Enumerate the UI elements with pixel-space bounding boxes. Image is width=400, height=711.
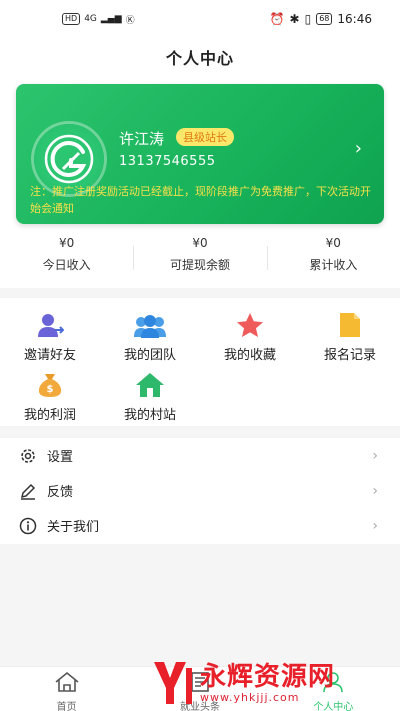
chevron-right-icon[interactable]: › [355, 138, 362, 159]
stat-label: 累计收入 [309, 258, 358, 272]
page-title: 个人中心 [165, 49, 234, 68]
grid-item-label: 我的村站 [123, 408, 176, 423]
money-bag-icon: $ [38, 374, 62, 397]
menu-item-label: 设置 [47, 450, 74, 465]
stat-today-income[interactable]: ¥0 今日收入 [0, 236, 133, 280]
team-icon [134, 315, 166, 338]
pen-icon [20, 483, 36, 500]
house-icon [136, 373, 164, 397]
grid-item-signup-records[interactable]: 报名记录 [300, 310, 400, 363]
watermark: 永辉资源网 www.yhkjjj.com [150, 655, 400, 711]
home-icon [55, 671, 79, 692]
alarm-icon: ⏰ [269, 12, 285, 26]
watermark-url: www.yhkjjj.com [200, 690, 300, 704]
grid-item-my-profit[interactable]: $ 我的利润 [0, 370, 100, 423]
clock: 16:46 [337, 12, 372, 26]
stat-amount: ¥0 [192, 236, 208, 250]
menu-item-feedback[interactable]: 反馈 › [0, 473, 400, 508]
user-name: 许江涛 [119, 130, 165, 148]
vibrate-icon: ▯ [304, 12, 312, 26]
stat-total-income[interactable]: ¥0 累计收入 [266, 236, 400, 280]
invite-user-icon [38, 314, 64, 337]
status-bar: HD 4G ▂▄▆ Ⓚ ⏰ ✱ ▯ 68 16:46 [0, 0, 400, 38]
grid-item-label: 我的团队 [123, 348, 176, 363]
gear-icon [21, 448, 35, 463]
watermark-text: 永辉资源网 [200, 661, 336, 692]
document-icon [340, 313, 360, 337]
bluetooth-icon: ✱ [289, 12, 300, 26]
battery-indicator: 68 [316, 13, 333, 25]
stat-amount: ¥0 [325, 236, 341, 250]
stat-withdrawable-balance[interactable]: ¥0 可提现余额 [133, 236, 266, 280]
svg-text:$: $ [47, 384, 54, 395]
grid-item-my-favorites[interactable]: 我的收藏 [200, 310, 300, 363]
nfc-icon: Ⓚ [125, 15, 135, 26]
feature-grid: 邀请好友 我的团队 我的收藏 报名记录 $ 我的利润 我的村站 [0, 298, 400, 426]
stat-amount: ¥0 [59, 236, 75, 250]
watermark-logo-icon [154, 662, 192, 704]
profile-card[interactable]: 许江涛 县级站长 13137546555 › 注：推广注册奖励活动已经截止，现阶… [16, 84, 384, 224]
grid-item-invite-friends[interactable]: 邀请好友 [0, 310, 100, 363]
phone-number: 13137546555 [119, 154, 216, 169]
info-icon [19, 517, 37, 534]
menu-item-settings[interactable]: 设置 › [0, 438, 400, 473]
chevron-right-icon: › [372, 482, 378, 499]
chevron-right-icon: › [372, 447, 378, 464]
network-indicator: 4G [84, 14, 97, 24]
settings-menu: 设置 › 反馈 › 关于我们 › [0, 438, 400, 544]
chevron-right-icon: › [372, 517, 378, 534]
hd-indicator: HD [62, 13, 81, 25]
grid-item-label: 我的收藏 [223, 348, 276, 363]
menu-item-about-us[interactable]: 关于我们 › [0, 508, 400, 543]
menu-item-label: 反馈 [47, 485, 74, 500]
earnings-stats: ¥0 今日收入 ¥0 可提现余额 ¥0 累计收入 [0, 236, 400, 280]
tab-label: 首页 [56, 702, 77, 711]
page-title-bar: 个人中心 [0, 38, 400, 76]
grid-item-label: 我的利润 [23, 408, 76, 423]
grid-item-my-team[interactable]: 我的团队 [100, 310, 200, 363]
stat-label: 今日收入 [42, 258, 91, 272]
tab-home[interactable]: 首页 [0, 667, 133, 711]
level-badge: 县级站长 [176, 128, 234, 146]
stat-label: 可提现余额 [169, 258, 230, 272]
grid-item-label: 邀请好友 [23, 348, 76, 363]
menu-item-label: 关于我们 [47, 520, 100, 535]
app-logo-icon [44, 134, 94, 184]
grid-item-my-village-station[interactable]: 我的村站 [100, 370, 200, 423]
star-icon [237, 313, 263, 337]
signal-icon: ▂▄▆ [100, 14, 122, 24]
promo-notice: 注：推广注册奖励活动已经截止，现阶段推广为免费推广，下次活动开始会通知 [30, 185, 371, 215]
grid-item-label: 报名记录 [323, 348, 376, 363]
